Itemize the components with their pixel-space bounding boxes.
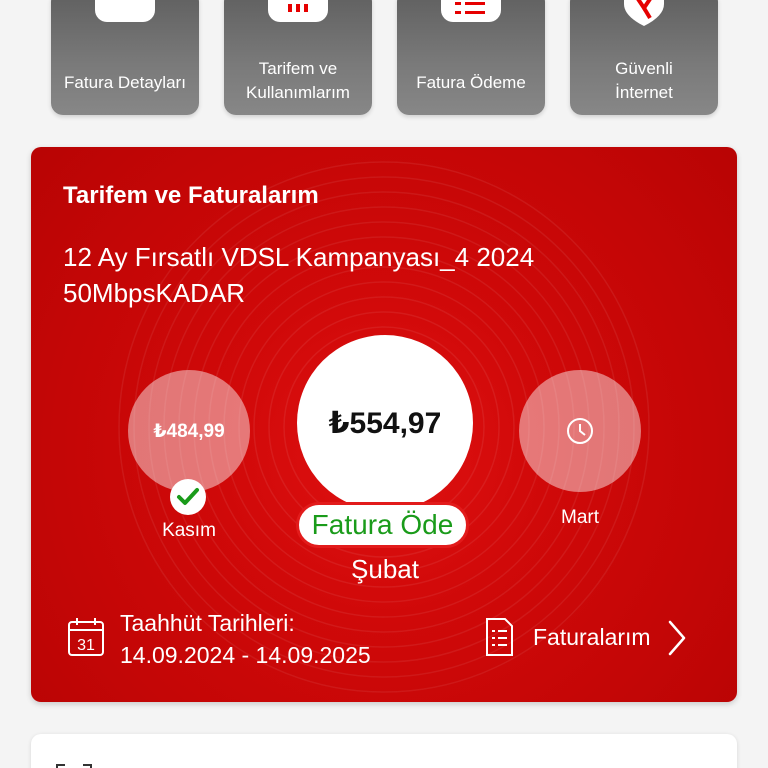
tariff-bills-card: Tarifem ve Faturalarım 12 Ay Fırsatlı VD… [31,147,737,702]
tile-usage[interactable]: Tarifem ve Kullanımlarım [224,0,372,115]
past-bill-month: Kasım [162,520,216,541]
current-bill-amount: ₺554,97 [328,406,442,440]
tile-label: Fatura Ödeme [416,73,526,92]
commitment-label: Taahhüt Tarihleri: [120,610,295,636]
current-bill-bubble[interactable]: ₺554,97 [297,335,473,511]
my-bills-label: Faturalarım [533,624,651,650]
pay-bill-button[interactable]: Fatura Öde [296,502,469,548]
page: Fatura Detayları Tarifem ve Kullanımları… [0,0,768,768]
tile-label: Fatura Detayları [64,73,186,92]
usage-icon [268,0,328,22]
plan-name: 12 Ay Fırsatlı VDSL Kampanyası_4 2024 50… [63,242,535,308]
svg-text:31: 31 [77,637,95,654]
document-icon [484,617,514,662]
tile-label: Tarifem ve Kullanımlarım [246,59,350,102]
clock-icon [567,418,593,444]
future-bill-month: Mart [561,507,599,528]
tile-invoice-details[interactable]: Fatura Detayları [51,0,199,115]
shield-icon [614,0,674,26]
past-bill-bubble[interactable]: ₺484,99 [128,370,250,492]
bill-payment-icon [441,0,501,22]
scan-icon [55,760,95,768]
my-bills-link[interactable]: Faturalarım [481,609,701,669]
check-icon [170,479,206,515]
future-bill-bubble[interactable] [519,370,641,492]
invoice-details-icon [95,0,155,22]
calendar-icon: 31 [67,617,105,662]
next-card[interactable] [31,734,737,768]
quick-actions: Fatura Detayları Tarifem ve Kullanımları… [0,0,768,120]
card-title: Tarifem ve Faturalarım [63,182,319,209]
past-bill-amount: ₺484,99 [153,420,225,442]
chevron-right-icon [666,618,688,663]
tile-safe-internet[interactable]: Güvenli İnternet [570,0,718,115]
current-bill-month: Şubat [351,554,419,584]
tile-label: Güvenli İnternet [615,59,673,102]
tile-bill-payment[interactable]: Fatura Ödeme [397,0,545,115]
commitment-dates: 14.09.2024 - 14.09.2025 [120,642,371,668]
